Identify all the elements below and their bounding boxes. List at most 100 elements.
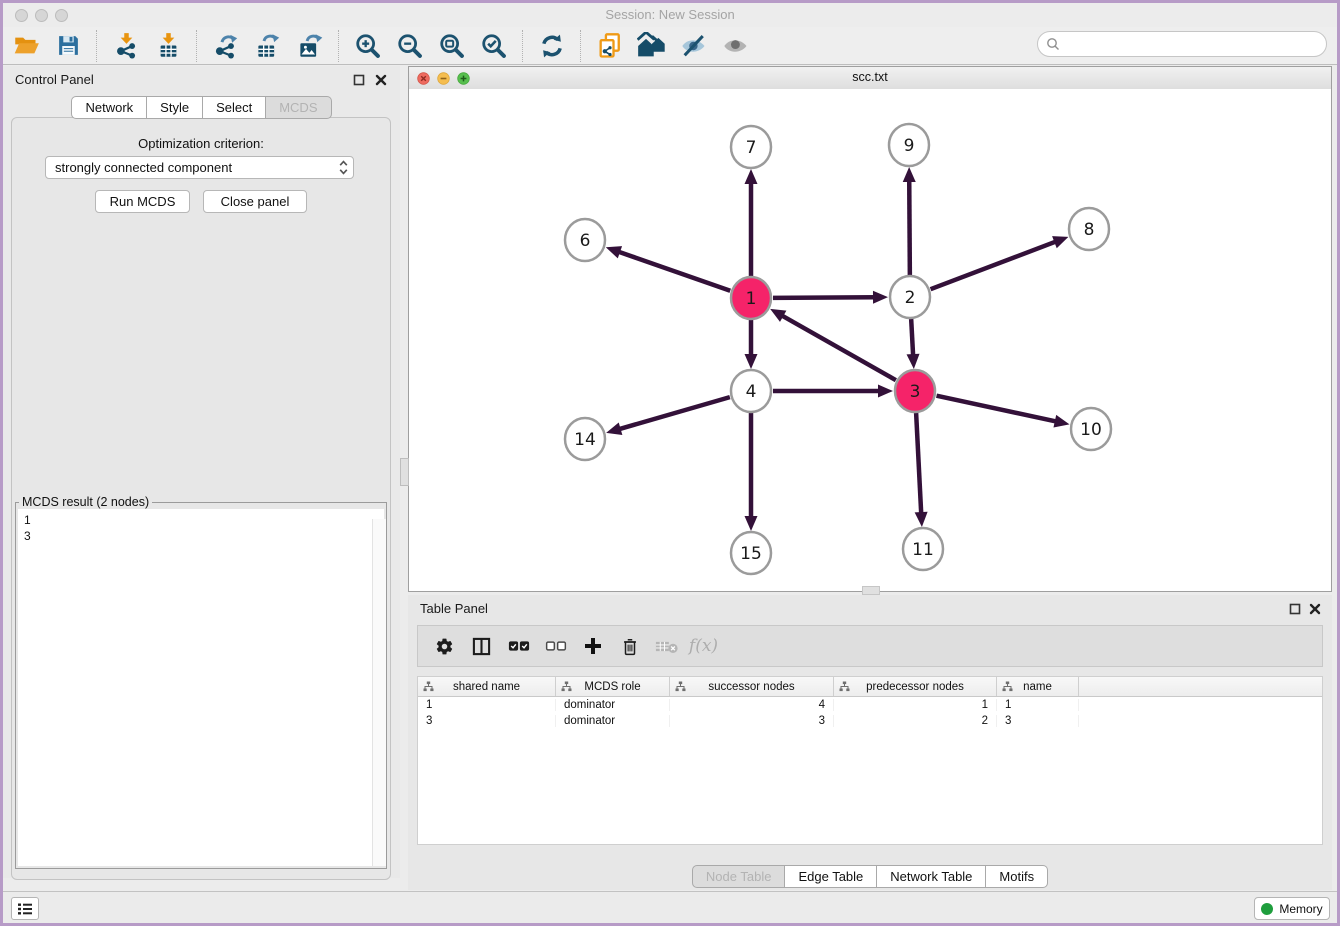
mcds-result-title: MCDS result (2 nodes): [19, 495, 152, 509]
result-scrollbar[interactable]: [372, 519, 386, 866]
table-cell[interactable]: 3: [418, 715, 556, 727]
graph-node-15[interactable]: 15: [731, 532, 771, 574]
zoom-selected-icon[interactable]: [473, 29, 515, 63]
table-cell[interactable]: 1: [834, 699, 997, 711]
float-table-panel-icon[interactable]: [1289, 602, 1302, 615]
import-network-icon[interactable]: [105, 29, 147, 63]
table-cell[interactable]: dominator: [556, 715, 670, 727]
export-image-icon[interactable]: [289, 29, 331, 63]
export-table-icon[interactable]: [247, 29, 289, 63]
delete-table-icon: [648, 629, 685, 663]
network-window-titlebar[interactable]: scc.txt: [409, 67, 1331, 90]
hide-selected-icon[interactable]: [673, 29, 715, 63]
search-field[interactable]: [1037, 31, 1327, 57]
graph-edge-2-3[interactable]: [911, 319, 913, 357]
graph-edge-3-10[interactable]: [937, 396, 1058, 422]
svg-text:3: 3: [910, 382, 921, 402]
table-cell[interactable]: 1: [418, 699, 556, 711]
column-header-name[interactable]: name: [997, 677, 1079, 696]
graph-node-4[interactable]: 4: [731, 370, 771, 412]
table-toolbar: f(x): [417, 625, 1323, 667]
save-session-icon[interactable]: [47, 29, 89, 63]
column-header-MCDS-role[interactable]: MCDS role: [556, 677, 670, 696]
table-tab-network-table[interactable]: Network Table: [877, 865, 986, 888]
select-all-icon[interactable]: [500, 629, 537, 663]
mcds-panel: Optimization criterion: strongly connect…: [11, 117, 391, 880]
svg-text:11: 11: [912, 540, 934, 560]
table-row[interactable]: 1dominator411: [418, 697, 1322, 713]
table-cell[interactable]: 3: [670, 715, 834, 727]
graph-edge-3-11[interactable]: [916, 413, 921, 515]
graph-node-3[interactable]: 3: [895, 370, 935, 412]
graph-edge-arrow: [1052, 236, 1068, 248]
network-view-title: scc.txt: [409, 70, 1331, 84]
table-cell[interactable]: 3: [997, 715, 1079, 727]
run-mcds-button[interactable]: Run MCDS: [95, 190, 190, 213]
graph-edge-3-1[interactable]: [781, 315, 896, 380]
column-header-successor-nodes[interactable]: successor nodes: [670, 677, 834, 696]
table-cell[interactable]: 1: [997, 699, 1079, 711]
apply-layout-icon[interactable]: [531, 29, 573, 63]
memory-status-icon: [1261, 903, 1273, 915]
graph-node-7[interactable]: 7: [731, 126, 771, 168]
table-cell[interactable]: 4: [670, 699, 834, 711]
memory-button[interactable]: Memory: [1254, 897, 1330, 920]
zoom-in-icon[interactable]: [347, 29, 389, 63]
tab-select[interactable]: Select: [203, 96, 266, 119]
table-panel: Table Panel: [408, 595, 1332, 890]
task-history-button[interactable]: [11, 897, 39, 920]
table-cell[interactable]: 2: [834, 715, 997, 727]
graph-node-6[interactable]: 6: [565, 219, 605, 261]
graph-edge-1-6[interactable]: [617, 251, 730, 291]
close-panel-icon[interactable]: [375, 73, 388, 86]
graph-node-14[interactable]: 14: [565, 418, 605, 460]
table-settings-icon[interactable]: [426, 629, 463, 663]
column-header-shared-name[interactable]: shared name: [418, 677, 556, 696]
table-tab-node-table[interactable]: Node Table: [692, 865, 786, 888]
new-network-icon[interactable]: [589, 29, 631, 63]
deselect-all-icon[interactable]: [537, 629, 574, 663]
close-table-panel-icon[interactable]: [1309, 602, 1322, 615]
graph-node-9[interactable]: 9: [889, 124, 929, 166]
application-window: Session: New Session: [0, 0, 1340, 926]
graph-edge-arrow: [745, 169, 758, 184]
svg-text:8: 8: [1084, 220, 1095, 240]
show-column-icon[interactable]: [463, 629, 500, 663]
search-input[interactable]: [1068, 36, 1318, 53]
graph-edge-4-14[interactable]: [618, 397, 730, 429]
node-table: shared name MCDS role successor nodes pr…: [417, 676, 1323, 845]
column-header-predecessor-nodes[interactable]: predecessor nodes: [834, 677, 997, 696]
table-cell[interactable]: dominator: [556, 699, 670, 711]
close-panel-button[interactable]: Close panel: [203, 190, 307, 213]
network-canvas[interactable]: 7 9 6 8 1 2 4 3 14 10 15 11: [409, 89, 1331, 591]
graph-node-1[interactable]: 1: [731, 277, 771, 319]
open-file-icon[interactable]: [5, 29, 47, 63]
zoom-out-icon[interactable]: [389, 29, 431, 63]
tab-mcds[interactable]: MCDS: [266, 96, 331, 119]
tab-style[interactable]: Style: [147, 96, 203, 119]
graph-node-10[interactable]: 10: [1071, 408, 1111, 450]
graph-edge-2-8[interactable]: [931, 241, 1058, 289]
zoom-fit-icon[interactable]: [431, 29, 473, 63]
vertical-splitter-handle[interactable]: [400, 458, 409, 486]
export-network-icon[interactable]: [205, 29, 247, 63]
table-row[interactable]: 3dominator323: [418, 713, 1322, 729]
add-row-icon[interactable]: [574, 629, 611, 663]
float-panel-icon[interactable]: [353, 73, 366, 86]
horizontal-splitter-handle[interactable]: [862, 586, 880, 595]
graph-node-8[interactable]: 8: [1069, 208, 1109, 250]
show-hidden-icon[interactable]: [715, 29, 757, 63]
graph-edge-arrow: [1053, 415, 1069, 428]
graph-node-2[interactable]: 2: [890, 276, 930, 318]
graph-edge-2-9[interactable]: [909, 179, 910, 275]
table-tab-motifs[interactable]: Motifs: [986, 865, 1048, 888]
graph-node-11[interactable]: 11: [903, 528, 943, 570]
criterion-dropdown[interactable]: strongly connected component: [45, 156, 354, 179]
table-tab-edge-table[interactable]: Edge Table: [785, 865, 877, 888]
tab-network[interactable]: Network: [71, 96, 147, 119]
import-table-icon[interactable]: [147, 29, 189, 63]
graph-edge-1-2[interactable]: [773, 297, 876, 298]
show-all-icon[interactable]: [631, 29, 673, 63]
delete-row-icon[interactable]: [611, 629, 648, 663]
mcds-result-list: 13: [18, 509, 384, 866]
